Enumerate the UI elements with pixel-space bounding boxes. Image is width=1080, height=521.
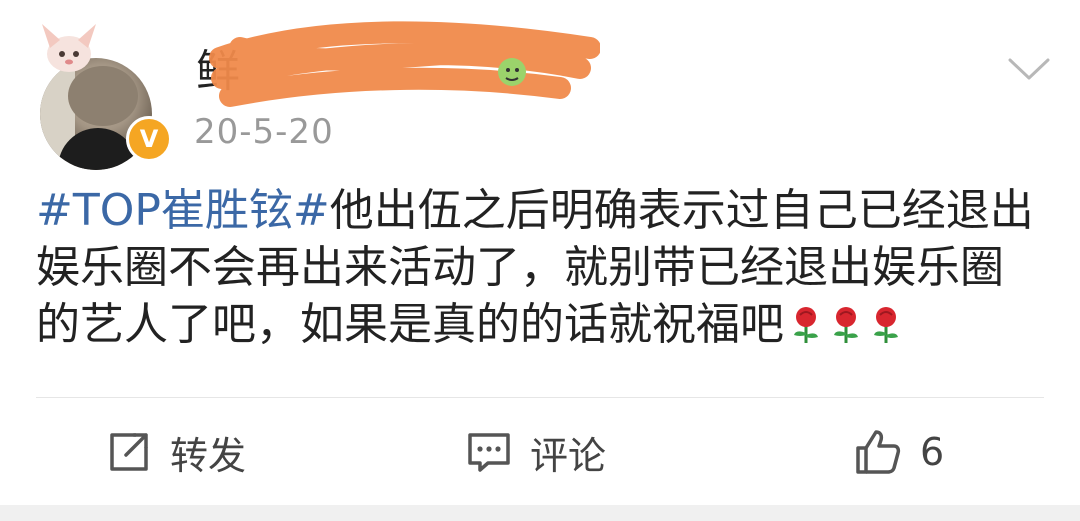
card-separator	[0, 505, 1080, 521]
comment-button[interactable]: 评论	[466, 420, 606, 484]
redaction-scribble	[209, 21, 600, 107]
avatar-frame-sticker-icon	[42, 24, 96, 72]
like-button[interactable]: 6	[854, 420, 944, 484]
chevron-down-icon[interactable]	[1006, 54, 1052, 84]
weibo-post-card: V 鲜 20-5-20 #TOP崔胜铉#他出伍之后明确表示过自己已经退出娱乐圈不…	[0, 0, 1080, 505]
post-date: 20-5-20	[194, 112, 334, 152]
rose-emoji	[874, 307, 898, 343]
rose-emoji	[794, 307, 818, 343]
repost-label: 转发	[170, 433, 247, 478]
comment-icon	[468, 433, 510, 472]
like-count: 6	[920, 430, 945, 474]
hashtag-link[interactable]: #TOP崔胜铉#	[36, 185, 330, 236]
repost-button[interactable]: 转发	[106, 420, 246, 484]
verified-badge-icon: V	[126, 116, 172, 162]
like-icon	[856, 430, 901, 474]
rose-emoji	[834, 307, 858, 343]
post-text: #TOP崔胜铉#他出伍之后明确表示过自己已经退出娱乐圈不会再出来活动了，就别带已…	[36, 182, 1046, 353]
user-badge-icon	[498, 58, 526, 86]
avatar-area[interactable]: V	[36, 18, 172, 170]
repost-icon	[110, 433, 148, 471]
comment-label: 评论	[530, 433, 607, 478]
divider	[36, 397, 1044, 398]
